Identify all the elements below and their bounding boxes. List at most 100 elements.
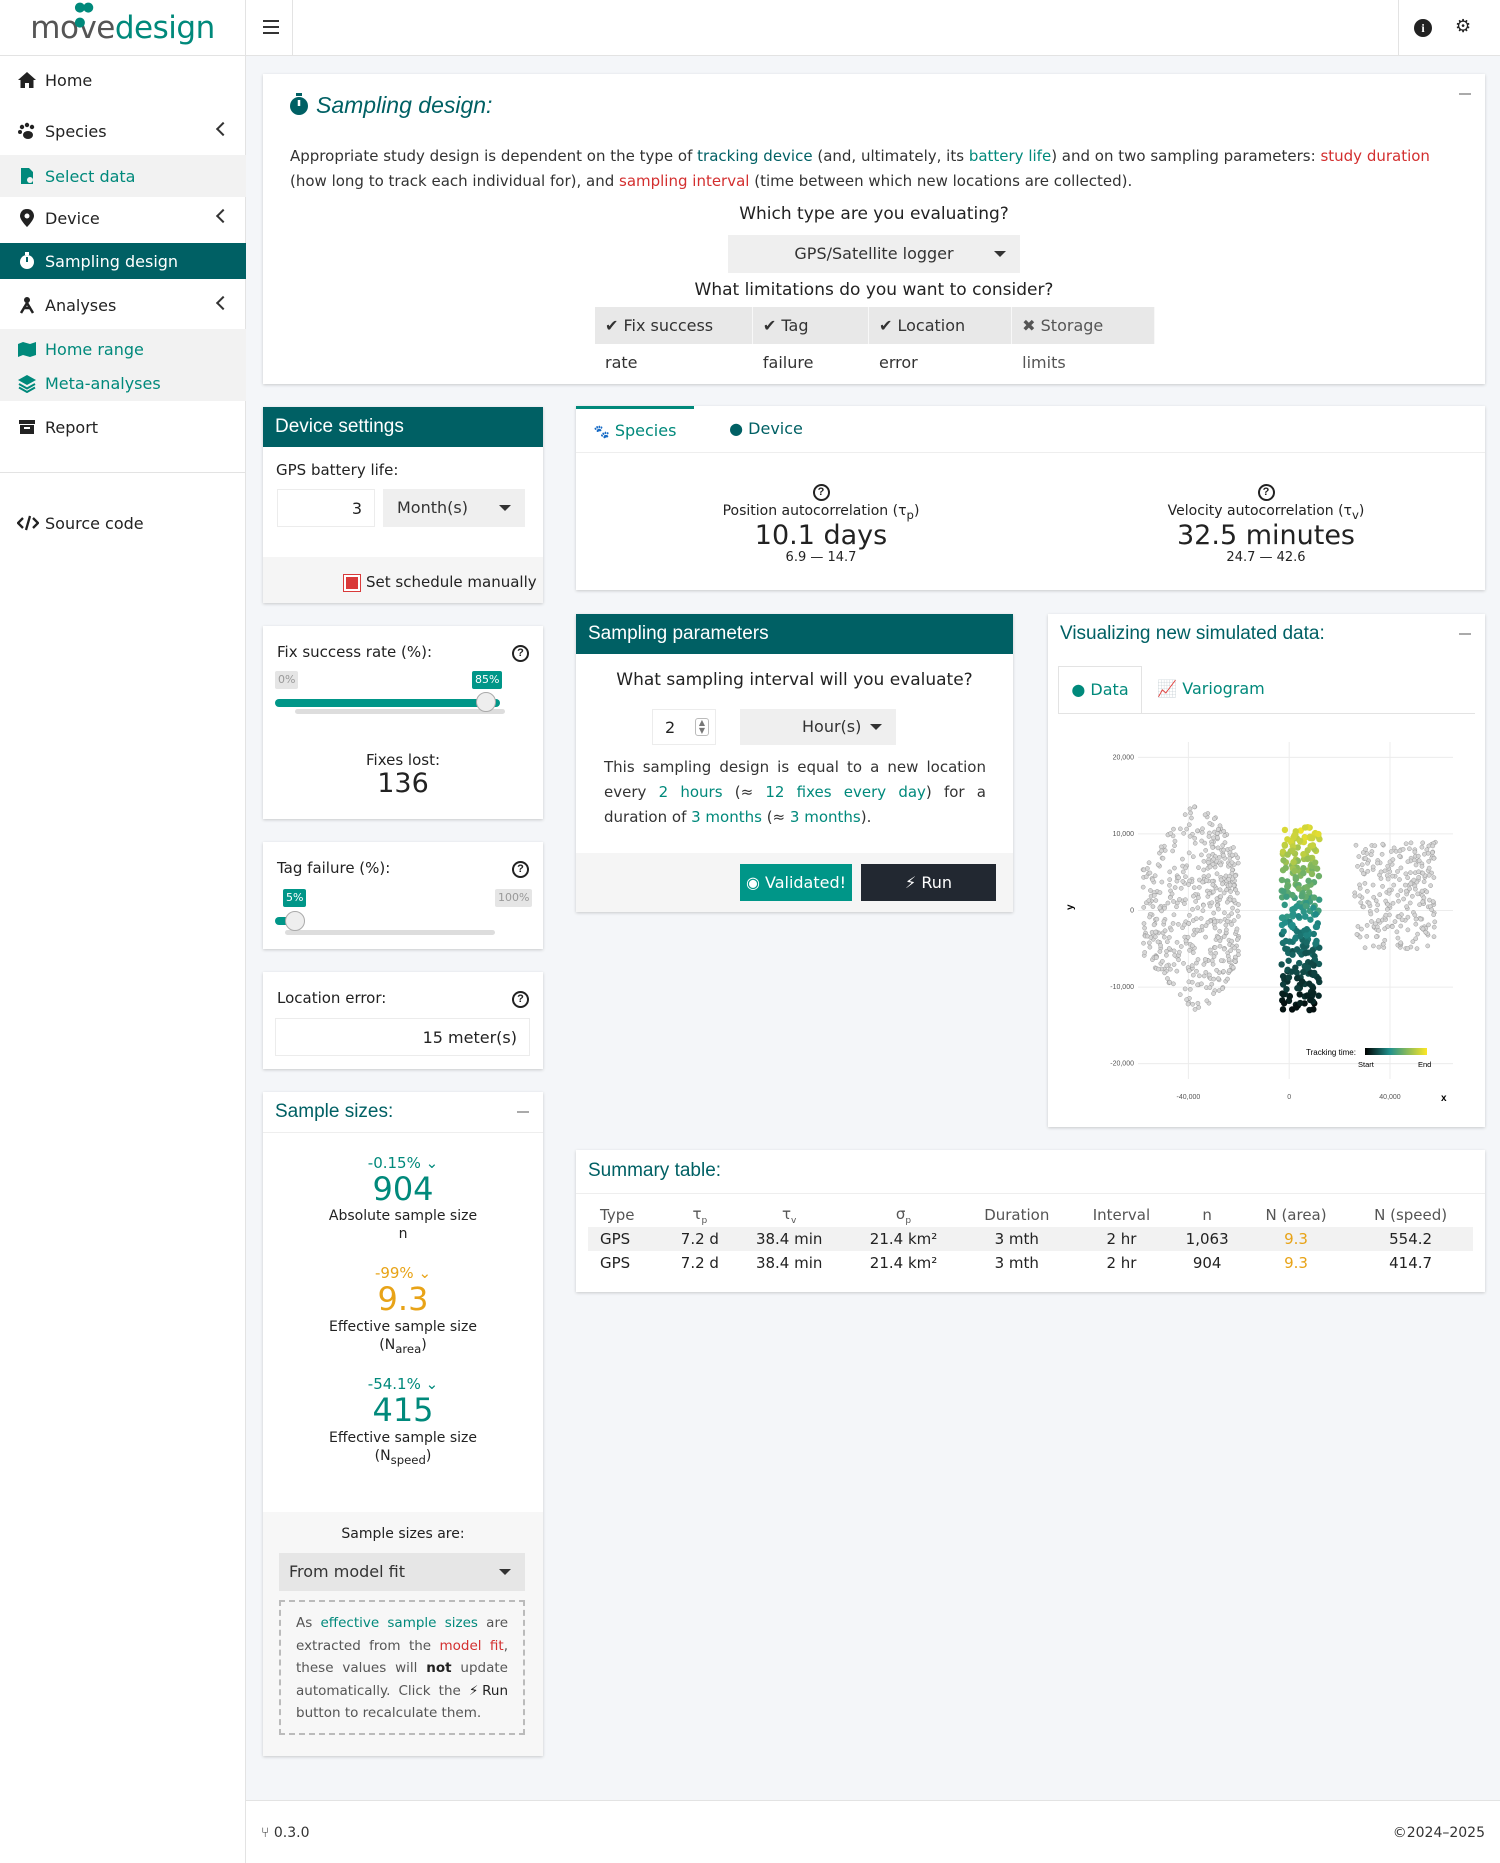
help-icon[interactable]: ? bbox=[512, 861, 529, 878]
interval-value-input[interactable]: 2 ▲ ▼ bbox=[652, 709, 716, 745]
help-icon[interactable]: ? bbox=[812, 484, 830, 501]
sidebar-item-source-code[interactable]: Source code bbox=[0, 502, 246, 544]
simulated-point bbox=[1300, 869, 1307, 877]
reference-point bbox=[1174, 900, 1180, 906]
limit-fix-success-button[interactable]: ✔ Fix success rate bbox=[595, 307, 753, 372]
collapse-icon[interactable] bbox=[517, 1111, 529, 1113]
reference-point bbox=[1228, 948, 1233, 953]
sampling-parameters-title: Sampling parameters bbox=[576, 614, 1013, 654]
sampling-summary-text: This sampling design is equal to a new l… bbox=[604, 758, 986, 826]
schedule-checkbox[interactable] bbox=[344, 575, 360, 591]
battery-life-term: battery life bbox=[968, 147, 1052, 165]
sidebar-item-label: Species bbox=[45, 121, 107, 141]
table-cell: 3 mth bbox=[994, 1230, 1039, 1248]
reference-point bbox=[1407, 886, 1412, 892]
help-icon[interactable]: ? bbox=[1257, 484, 1275, 501]
sizes-source-select[interactable]: From model fit bbox=[279, 1553, 525, 1591]
sidebar-item-select-data[interactable]: Select data bbox=[0, 155, 246, 197]
collapse-icon[interactable] bbox=[1459, 93, 1471, 95]
sidebar-item-meta-analyses[interactable]: Meta-analyses bbox=[0, 365, 246, 401]
interval-question: What sampling interval will you evaluate… bbox=[616, 670, 973, 690]
table-row: GPS 7.2 d 38.4 min 21.4 km² 3 mth 2 hr 904 9.3 4… bbox=[588, 1251, 1473, 1275]
column-header: Type bbox=[600, 1206, 635, 1224]
reference-point bbox=[1396, 898, 1401, 904]
reference-point bbox=[1410, 893, 1415, 899]
fix-success-slider-handle[interactable] bbox=[476, 692, 496, 712]
velocity-autocorr-range: 24.7 — 42.6 bbox=[1226, 549, 1306, 565]
tag-failure-track[interactable] bbox=[285, 930, 495, 935]
sample-sizes-box: Sample sizes: -0.15% ⌄ 904 Absolute samp… bbox=[263, 1092, 543, 1756]
map-pin-icon bbox=[17, 208, 37, 228]
reference-point bbox=[1196, 885, 1202, 890]
battery-unit-select[interactable]: Month(s) bbox=[383, 489, 525, 527]
reference-point bbox=[1206, 873, 1211, 879]
reference-point bbox=[1214, 871, 1220, 877]
reference-point bbox=[1235, 860, 1241, 866]
sidebar-item-report[interactable]: Report bbox=[0, 406, 246, 448]
column-header: N (speed) bbox=[1374, 1206, 1448, 1224]
reference-point bbox=[1157, 905, 1163, 911]
reference-point bbox=[1204, 878, 1209, 883]
limit-storage-button[interactable]: ✖ Storage limits bbox=[1012, 307, 1156, 372]
brand-logo[interactable]: ●● ● movedesign bbox=[0, 0, 245, 56]
location-error-input[interactable]: 15 meter(s) bbox=[275, 1018, 530, 1056]
simulated-point bbox=[1293, 969, 1300, 976]
validated-button[interactable]: ◉ Validated! bbox=[740, 864, 852, 901]
sidebar-item-species[interactable]: Species bbox=[0, 110, 246, 152]
battery-label: GPS battery life: bbox=[276, 461, 399, 479]
reference-point bbox=[1376, 918, 1381, 923]
collapse-icon[interactable] bbox=[1459, 633, 1471, 635]
sidebar-item-home-range[interactable]: Home range bbox=[0, 329, 246, 369]
study-duration-term: study duration bbox=[1320, 147, 1430, 165]
info-icon[interactable]: i bbox=[1414, 19, 1432, 37]
reference-point bbox=[1172, 885, 1178, 890]
help-icon[interactable]: ? bbox=[512, 991, 529, 1008]
limit-location-error-button[interactable]: ✔ Location error bbox=[869, 307, 1013, 372]
battery-value-input[interactable]: 3 bbox=[277, 489, 375, 527]
limits-question: What limitations do you want to consider… bbox=[694, 280, 1054, 300]
device-type-select[interactable]: GPS/Satellite logger bbox=[728, 235, 1020, 273]
interval-unit-select[interactable]: Hour(s) bbox=[740, 709, 896, 745]
reference-point bbox=[1224, 887, 1229, 893]
reference-point bbox=[1365, 868, 1371, 874]
reference-point bbox=[1167, 895, 1173, 900]
reference-point bbox=[1382, 868, 1388, 874]
sidebar-item-device[interactable]: Device bbox=[0, 197, 246, 239]
reference-point bbox=[1197, 973, 1202, 979]
tab-data[interactable]: ● Data bbox=[1058, 666, 1142, 714]
reference-point bbox=[1216, 976, 1221, 981]
sidebar-item-sampling-design[interactable]: Sampling design bbox=[0, 243, 246, 279]
reference-point bbox=[1183, 865, 1188, 871]
reference-point bbox=[1191, 932, 1196, 938]
sidebar-item-analyses[interactable]: Analyses bbox=[0, 284, 246, 326]
sidebar-item-home[interactable]: Home bbox=[0, 56, 246, 104]
tab-device[interactable]: ● Device bbox=[716, 406, 816, 452]
reference-point bbox=[1394, 929, 1400, 935]
reference-point bbox=[1157, 890, 1163, 895]
reference-point bbox=[1217, 928, 1222, 934]
reference-point bbox=[1164, 952, 1169, 958]
help-icon[interactable]: ? bbox=[512, 645, 529, 662]
tab-variogram[interactable]: 📈 Variogram bbox=[1156, 666, 1266, 714]
archive-icon bbox=[17, 417, 37, 437]
fix-success-track[interactable] bbox=[295, 709, 505, 714]
hamburger-menu-icon[interactable] bbox=[263, 20, 279, 34]
reference-point bbox=[1192, 804, 1197, 810]
sampling-parameters-box: Sampling parameters What sampling interv… bbox=[576, 614, 1013, 912]
reference-point bbox=[1397, 853, 1402, 859]
tag-failure-slider-handle[interactable] bbox=[285, 911, 305, 931]
tab-species[interactable]: 🐾 Species bbox=[576, 406, 694, 452]
limit-tag-failure-button[interactable]: ✔ Tag failure bbox=[752, 307, 869, 372]
simulated-point bbox=[1292, 874, 1300, 881]
caret-down-icon bbox=[870, 724, 882, 730]
limits-button-group: ✔ Fix success rate ✔ Tag failure ✔ Locat… bbox=[595, 307, 1156, 372]
reference-point bbox=[1215, 845, 1221, 851]
abs-label: Absolute sample size bbox=[328, 1208, 478, 1224]
table-cell: 9.3 bbox=[1284, 1254, 1308, 1272]
settings-gears-icon[interactable]: ⚙ bbox=[1455, 16, 1471, 37]
simulated-point bbox=[1295, 913, 1302, 920]
simulated-point bbox=[1308, 870, 1316, 878]
simulated-point bbox=[1281, 901, 1288, 909]
reference-point bbox=[1191, 885, 1197, 890]
run-button[interactable]: ⚡ Run bbox=[861, 864, 996, 901]
